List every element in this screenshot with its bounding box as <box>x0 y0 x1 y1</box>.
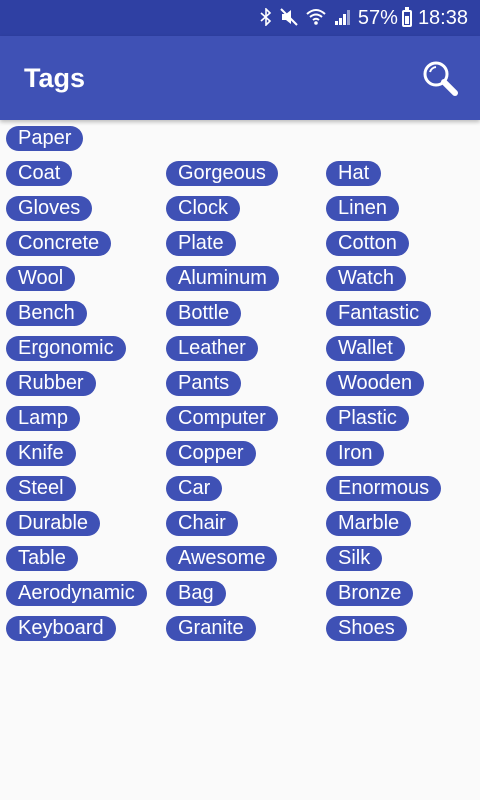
tag-row: Aerodynamic Bag Bronze <box>0 576 480 611</box>
tag-row: Ergonomic Leather Wallet <box>0 331 480 366</box>
tag-row: Keyboard Granite Shoes <box>0 611 480 646</box>
tag-chip[interactable]: Iron <box>326 441 385 466</box>
tag-row: Concrete Plate Cotton <box>0 226 480 261</box>
tag-chip[interactable]: Hat <box>326 161 382 186</box>
tag-chip[interactable]: Bronze <box>326 581 414 606</box>
app-bar: Tags <box>0 36 480 120</box>
tag-row: Coat Gorgeous Hat <box>0 156 480 191</box>
tag-chip[interactable]: Enormous <box>326 476 442 501</box>
tag-chip[interactable]: Wool <box>6 266 76 291</box>
mute-icon <box>280 7 298 29</box>
search-button[interactable] <box>420 58 460 98</box>
tag-list: Paper Coat Gorgeous Hat Gloves Clock Linen Conc… <box>0 120 480 646</box>
tag-row: Lamp Computer Plastic <box>0 401 480 436</box>
tag-chip[interactable]: Aluminum <box>166 266 279 291</box>
battery-percent: 57% <box>357 6 398 29</box>
tag-chip[interactable]: Awesome <box>166 546 278 571</box>
tag-chip[interactable]: Computer <box>166 406 278 431</box>
tag-row: Table Awesome Silk <box>0 541 480 576</box>
tag-chip[interactable]: Steel <box>6 476 76 501</box>
tag-row: Steel Car Enormous <box>0 471 480 506</box>
tag-row: Paper <box>0 121 480 156</box>
tag-chip[interactable]: Gorgeous <box>166 161 278 186</box>
battery-charging-icon <box>401 6 412 27</box>
tag-chip[interactable]: Clock <box>166 196 241 221</box>
tag-chip[interactable]: Shoes <box>326 616 407 641</box>
tag-chip[interactable]: Paper <box>6 126 84 151</box>
status-bar: 57% 18:38 <box>0 0 480 36</box>
tag-chip[interactable]: Leather <box>166 336 258 361</box>
wifi-icon <box>306 8 326 29</box>
tag-chip[interactable]: Pants <box>166 371 242 396</box>
tag-chip[interactable]: Rubber <box>6 371 96 396</box>
tag-row: Gloves Clock Linen <box>0 191 480 226</box>
tag-row: Bench Bottle Fantastic <box>0 296 480 331</box>
tag-chip[interactable]: Granite <box>166 616 256 641</box>
tag-chip[interactable]: Marble <box>326 511 412 536</box>
search-icon <box>423 61 458 96</box>
tag-chip[interactable]: Plate <box>166 231 236 256</box>
tag-chip[interactable]: Knife <box>6 441 76 466</box>
tag-chip[interactable]: Lamp <box>6 406 81 431</box>
tag-chip[interactable]: Aerodynamic <box>6 581 147 606</box>
page-title: Tags <box>24 63 86 93</box>
tag-chip[interactable]: Durable <box>6 511 101 536</box>
tag-chip[interactable]: Table <box>6 546 78 571</box>
tag-row: Rubber Pants Wooden <box>0 366 480 401</box>
tag-chip[interactable]: Gloves <box>6 196 93 221</box>
clock: 18:38 <box>417 6 468 29</box>
tag-chip[interactable]: Bench <box>6 301 87 326</box>
tag-chip[interactable]: Silk <box>326 546 383 571</box>
tag-row: Knife Copper Iron <box>0 436 480 471</box>
tag-chip[interactable]: Keyboard <box>6 616 116 641</box>
signal-icon <box>334 8 352 29</box>
tag-chip[interactable]: Wooden <box>326 371 425 396</box>
tag-chip[interactable]: Concrete <box>6 231 112 256</box>
tag-chip[interactable]: Bottle <box>166 301 242 326</box>
tag-chip[interactable]: Wallet <box>326 336 405 361</box>
tag-row: Durable Chair Marble <box>0 506 480 541</box>
tag-chip[interactable]: Coat <box>6 161 73 186</box>
tag-chip[interactable]: Chair <box>166 511 238 536</box>
tag-chip[interactable]: Copper <box>166 441 256 466</box>
tag-row: Wool Aluminum Watch <box>0 261 480 296</box>
tag-chip[interactable]: Linen <box>326 196 399 221</box>
tag-chip[interactable]: Fantastic <box>326 301 432 326</box>
bluetooth-icon <box>260 6 272 29</box>
tag-chip[interactable]: Watch <box>326 266 406 291</box>
tag-chip[interactable]: Plastic <box>326 406 409 431</box>
tag-chip[interactable]: Car <box>166 476 223 501</box>
tag-chip[interactable]: Ergonomic <box>6 336 126 361</box>
tag-chip[interactable]: Bag <box>166 581 226 606</box>
tag-chip[interactable]: Cotton <box>326 231 409 256</box>
